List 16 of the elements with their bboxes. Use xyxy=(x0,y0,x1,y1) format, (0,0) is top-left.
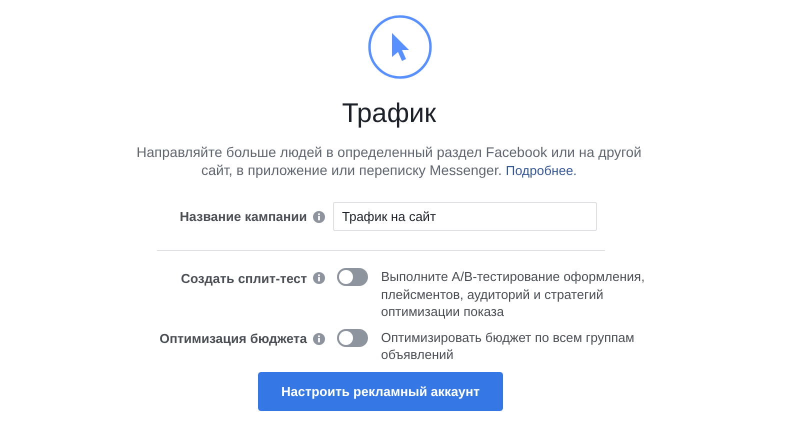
learn-more-link[interactable]: Подробнее. xyxy=(506,163,577,178)
info-icon[interactable] xyxy=(313,210,325,222)
option-description: Выполните A/B-тестирование оформления, плейсментов, аудиторий и стратегий оптимизации показа xyxy=(381,268,646,320)
toggle-switch[interactable] xyxy=(337,268,368,286)
cursor-icon xyxy=(368,15,432,79)
info-icon[interactable] xyxy=(313,332,325,344)
campaign-name-field[interactable]: Трафик на сайт xyxy=(333,202,597,231)
field-label: Название кампании xyxy=(180,209,307,224)
page-title: Трафик xyxy=(342,97,436,129)
option-description: Оптимизировать бюджет по всем группам объявлений xyxy=(381,328,636,364)
setup-account-button[interactable]: Настроить рекламный аккаунт xyxy=(258,372,503,410)
toggle-switch[interactable] xyxy=(337,328,368,346)
info-icon[interactable] xyxy=(313,272,325,284)
description-text: Направляйте больше людей в определенный раздел Facebook или на другой сайт, в приложение или переписку Messenger. Подробнее. xyxy=(136,143,642,180)
option-label: Создать сплит-тест xyxy=(180,270,307,286)
option-label: Оптимизация бюджета xyxy=(159,331,307,346)
